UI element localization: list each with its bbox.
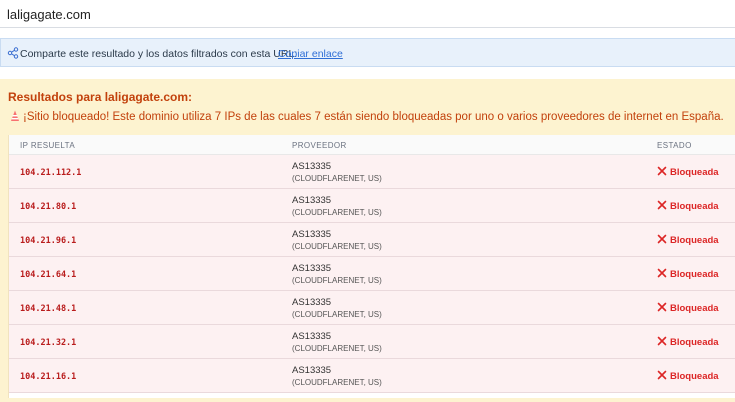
asn-cell: AS13335 [292,365,332,376]
table-row: 104.21.48.1 AS13335 (CLOUDFLARENET, US) … [9,291,735,325]
table-row: 104.21.64.1 AS13335 (CLOUDFLARENET, US) … [9,257,735,291]
ip-table: IP RESUELTA PROVEEDOR ESTADO 104.21.112.… [8,135,735,398]
asn-cell: AS13335 [292,229,332,240]
table-row: 104.21.32.1 AS13335 (CLOUDFLARENET, US) … [9,325,735,359]
status-badge: Bloqueada [657,268,719,280]
status-label: Bloqueada [670,235,719,246]
close-x-icon [657,200,667,210]
table-row: 104.21.96.1 AS13335 (CLOUDFLARENET, US) … [9,223,735,257]
share-icon [7,47,19,59]
close-x-icon [657,336,667,346]
table-row: 104.21.112.1 AS13335 (CLOUDFLARENET, US)… [9,155,735,189]
close-x-icon [657,166,667,176]
copy-link-button[interactable]: Copiar enlace [278,48,343,60]
results-panel: Resultados para laligagate.com: ¡Sitio b… [0,79,735,402]
ip-cell: 104.21.80.1 [20,202,77,212]
close-x-icon [657,234,667,244]
table-header: IP RESUELTA PROVEEDOR ESTADO [9,135,735,155]
status-badge: Bloqueada [657,336,719,348]
ip-cell: 104.21.112.1 [20,168,82,178]
warning-cone-icon [11,110,19,121]
ip-cell: 104.21.16.1 [20,372,77,382]
header-status: ESTADO [657,141,692,150]
org-cell: (CLOUDFLARENET, US) [292,208,382,217]
status-label: Bloqueada [670,167,719,178]
asn-cell: AS13335 [292,297,332,308]
status-badge: Bloqueada [657,302,719,314]
share-text: Comparte este resultado y los datos filt… [20,48,298,60]
domain-search-input[interactable]: laligagate.com [0,0,735,28]
status-label: Bloqueada [670,269,719,280]
ip-cell: 104.21.64.1 [20,270,77,280]
status-badge: Bloqueada [657,200,719,212]
status-label: Bloqueada [670,303,719,314]
blocked-alert-text: ¡Sitio bloqueado! Este dominio utiliza 7… [23,111,724,123]
header-ip: IP RESUELTA [20,141,76,150]
close-x-icon [657,268,667,278]
domain-search-value[interactable]: laligagate.com [7,7,91,22]
share-bar: Comparte este resultado y los datos filt… [0,38,735,67]
asn-cell: AS13335 [292,195,332,206]
close-x-icon [657,370,667,380]
ip-cell: 104.21.32.1 [20,338,77,348]
status-badge: Bloqueada [657,370,719,382]
table-row: 104.21.80.1 AS13335 (CLOUDFLARENET, US) … [9,189,735,223]
asn-cell: AS13335 [292,331,332,342]
org-cell: (CLOUDFLARENET, US) [292,310,382,319]
org-cell: (CLOUDFLARENET, US) [292,378,382,387]
close-x-icon [657,302,667,312]
org-cell: (CLOUDFLARENET, US) [292,242,382,251]
ip-cell: 104.21.96.1 [20,236,77,246]
blocked-alert: ¡Sitio bloqueado! Este dominio utiliza 7… [10,110,724,123]
status-label: Bloqueada [670,371,719,382]
table-row: 104.21.16.1 AS13335 (CLOUDFLARENET, US) … [9,359,735,393]
asn-cell: AS13335 [292,263,332,274]
status-label: Bloqueada [670,201,719,212]
org-cell: (CLOUDFLARENET, US) [292,174,382,183]
header-provider: PROVEEDOR [292,141,347,150]
asn-cell: AS13335 [292,161,332,172]
status-badge: Bloqueada [657,166,719,178]
ip-cell: 104.21.48.1 [20,304,77,314]
org-cell: (CLOUDFLARENET, US) [292,344,382,353]
org-cell: (CLOUDFLARENET, US) [292,276,382,285]
results-title: Resultados para laligagate.com: [8,90,193,104]
status-badge: Bloqueada [657,234,719,246]
status-label: Bloqueada [670,337,719,348]
